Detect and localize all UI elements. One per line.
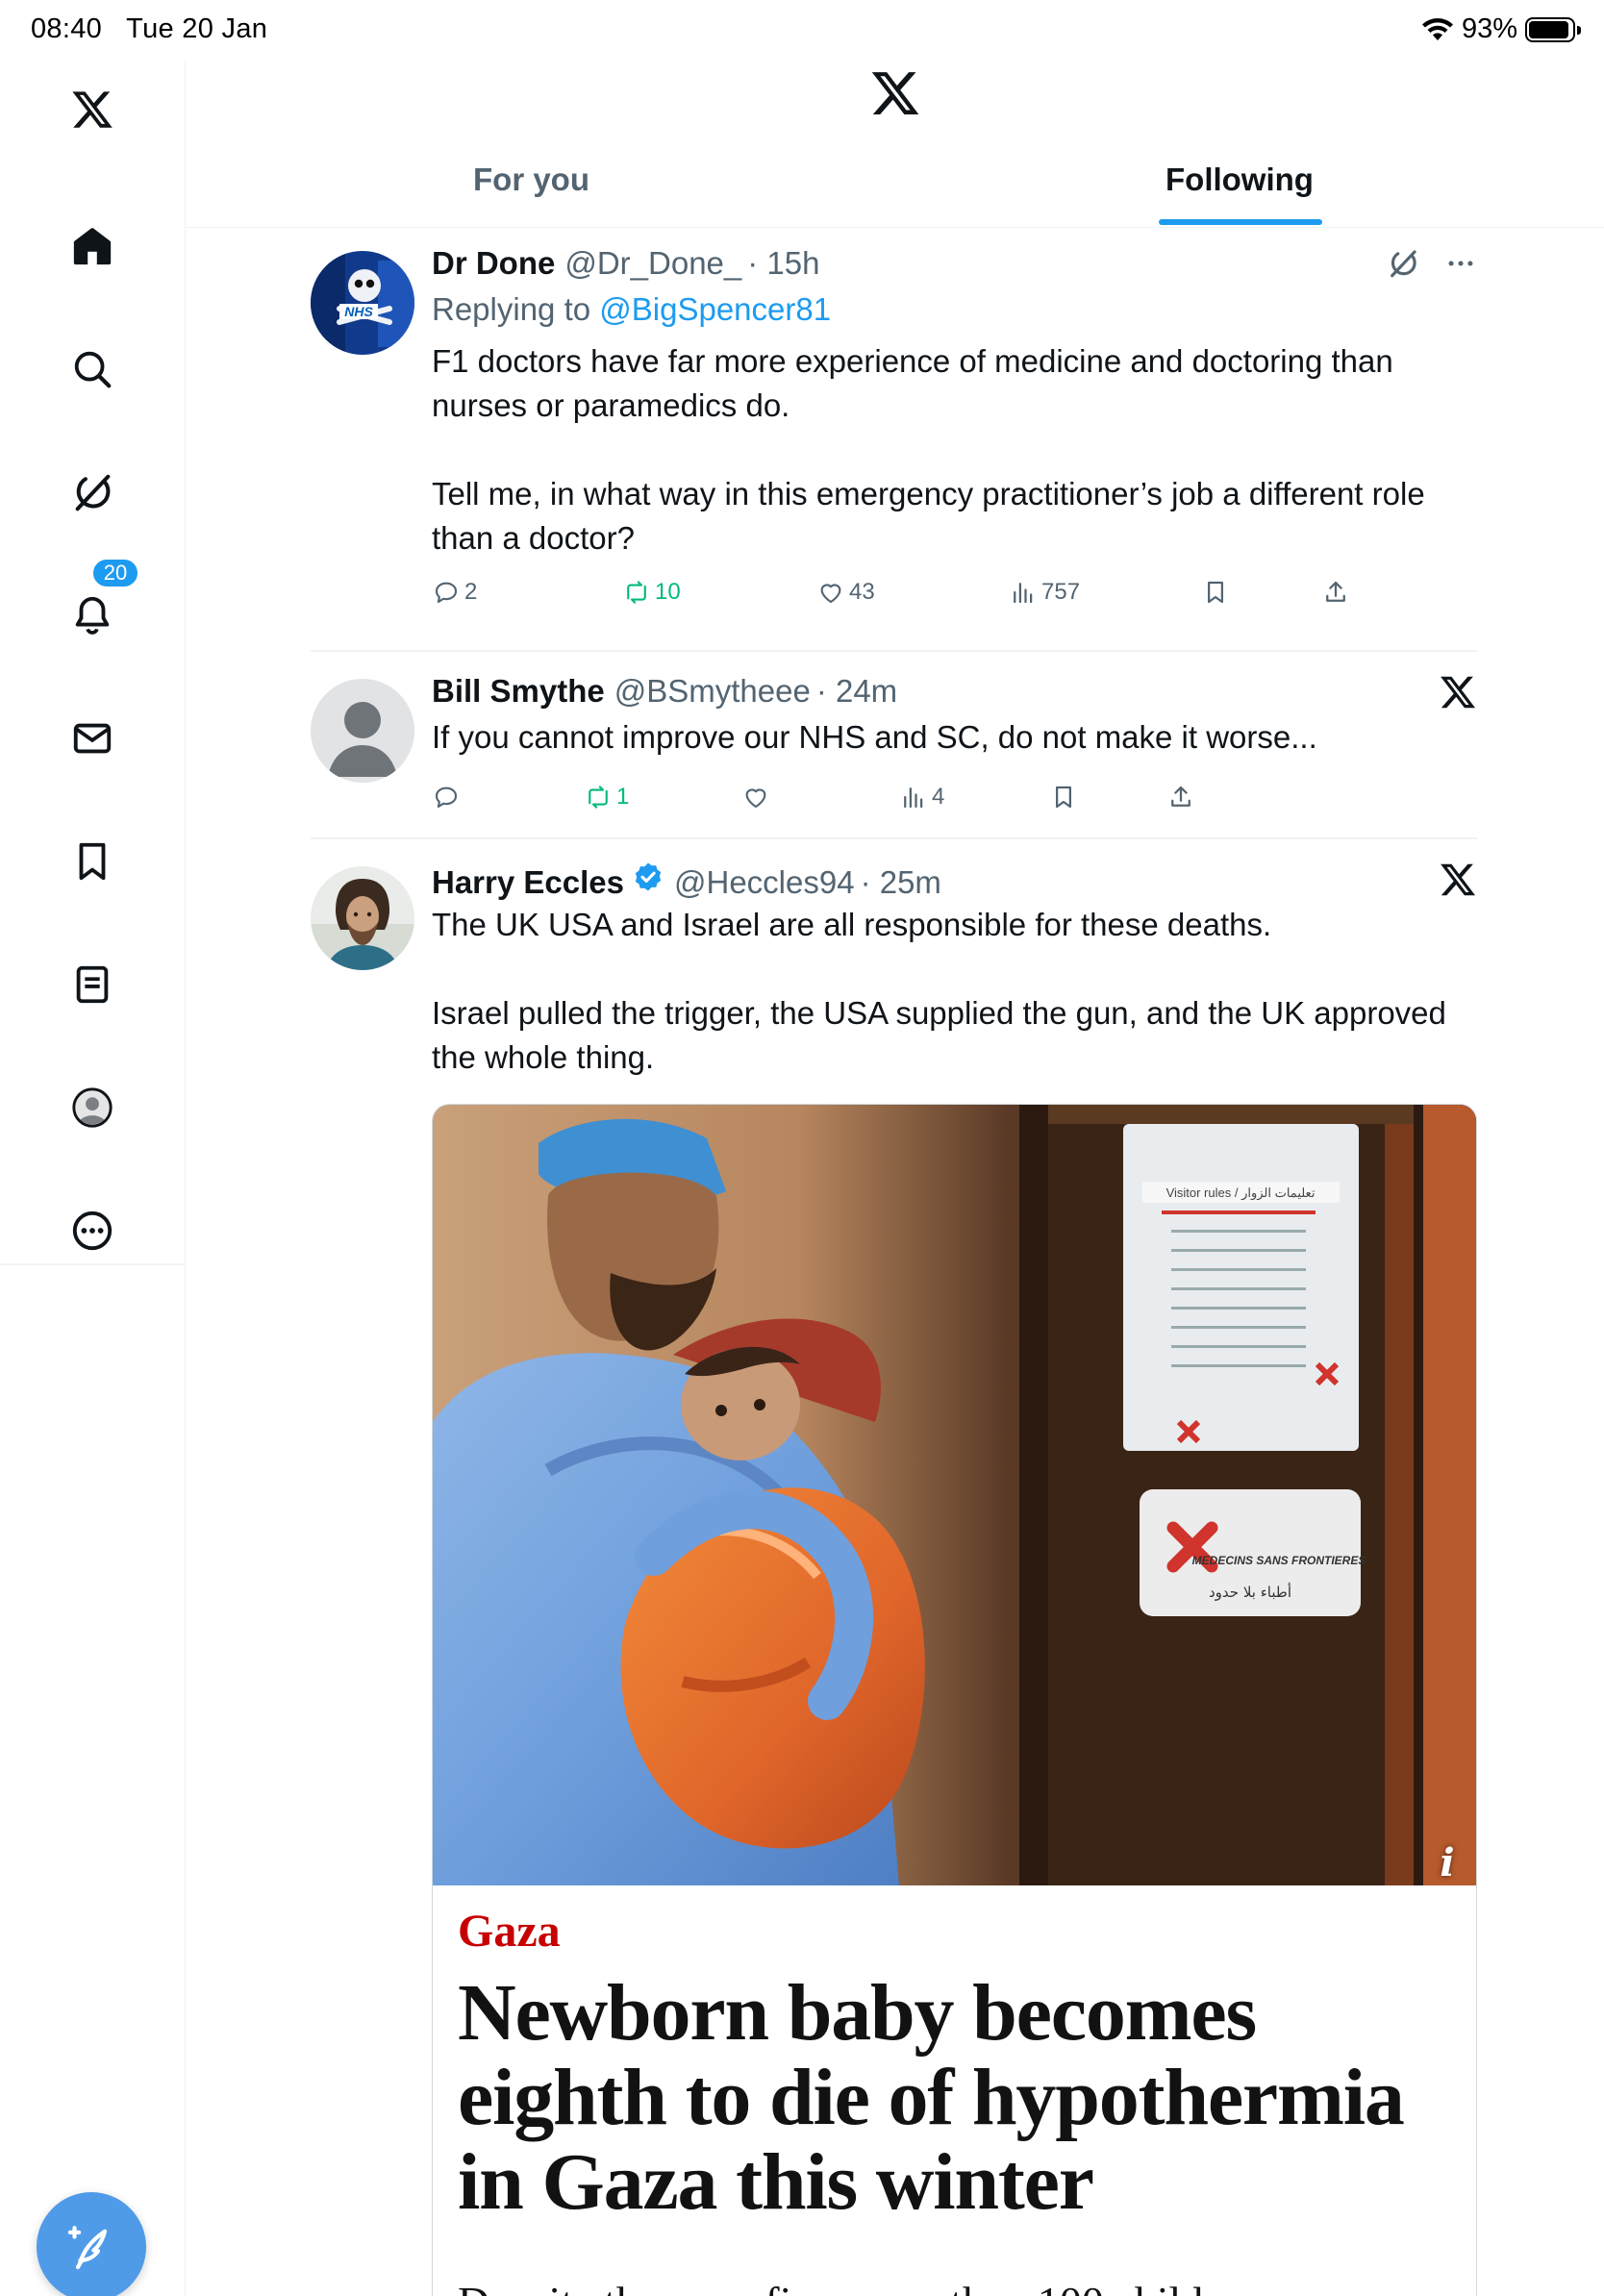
display-name[interactable]: Bill Smythe: [432, 673, 605, 710]
views-button[interactable]: 4: [899, 783, 944, 811]
tweet-corner-actions: [1387, 247, 1477, 280]
link-preview-card[interactable]: Visitor rules / تعليمات الزوار MEDECINS …: [432, 1104, 1477, 2296]
x-logo-icon[interactable]: [63, 81, 121, 138]
replying-to-link[interactable]: @BigSpencer81: [599, 291, 831, 327]
status-bar: 08:40 Tue 20 Jan 93%: [0, 0, 1604, 62]
replying-to: Replying to @BigSpencer81: [432, 291, 832, 327]
tweet-separator: [311, 837, 1477, 839]
display-name[interactable]: Dr Done: [432, 245, 555, 282]
tweet-actions: 2 10 43 757: [432, 578, 1477, 616]
info-icon: i: [1440, 1839, 1455, 1885]
avatar-default[interactable]: [311, 679, 414, 783]
reply-button[interactable]: 2: [432, 578, 477, 607]
lists-icon[interactable]: [63, 956, 121, 1013]
heart-icon: [745, 788, 766, 809]
x-logo-icon[interactable]: [1439, 673, 1477, 711]
like-button[interactable]: [741, 783, 774, 811]
avatar[interactable]: [311, 866, 414, 970]
share-icon: [1326, 581, 1345, 602]
active-tab-indicator: [1159, 219, 1322, 225]
bookmark-button[interactable]: [1201, 578, 1230, 607]
more-icon[interactable]: [63, 1202, 121, 1260]
view-count: 757: [1041, 579, 1081, 605]
repost-icon: [589, 786, 608, 809]
heart-icon: [820, 584, 841, 604]
repost-icon: [627, 581, 646, 604]
status-time: 08:40 Tue 20 Jan: [31, 13, 268, 44]
notifications-icon[interactable]: [63, 586, 121, 644]
repost-count: 10: [655, 579, 681, 605]
photo-msf-arabic-text: أطباء بلا حدود: [1209, 1583, 1291, 1601]
tab-following[interactable]: Following: [1165, 162, 1314, 198]
tweet-time[interactable]: · 24m: [816, 673, 897, 710]
status-right: 93%: [1421, 13, 1581, 45]
repost-button[interactable]: 10: [622, 578, 681, 607]
tweet-time[interactable]: · 15h: [747, 245, 819, 282]
verified-badge-icon: [635, 862, 662, 891]
compose-button[interactable]: [37, 2192, 146, 2296]
x-header-logo-icon[interactable]: [869, 67, 921, 119]
share-icon: [1171, 786, 1190, 807]
x-logo-icon[interactable]: [1439, 861, 1477, 899]
avatar[interactable]: NHS: [311, 251, 414, 355]
share-button[interactable]: [1321, 578, 1350, 607]
reply-icon: [435, 582, 458, 604]
tweet-time[interactable]: · 25m: [861, 864, 941, 901]
repost-button[interactable]: 1: [584, 783, 629, 811]
timeline-header: For you Following: [187, 62, 1604, 228]
tweet-text: If you cannot improve our NHS and SC, do…: [432, 719, 1317, 755]
battery-icon: [1525, 16, 1581, 42]
reply-button[interactable]: [432, 783, 464, 811]
grok-icon[interactable]: [1387, 247, 1419, 280]
bookmark-icon: [1208, 581, 1223, 604]
sidebar-divider: [0, 1263, 186, 1265]
like-count: 43: [849, 579, 875, 605]
tweet-header: Dr Done @Dr_Done_ · 15h: [432, 245, 1477, 287]
sidebar-nav: 20: [0, 62, 186, 2296]
wifi-icon: [1421, 17, 1453, 40]
notification-count-badge: 20: [91, 558, 139, 588]
user-handle[interactable]: @Heccles94: [674, 864, 855, 901]
tweet-separator: [311, 650, 1477, 652]
article-photo[interactable]: Visitor rules / تعليمات الزوار MEDECINS …: [433, 1105, 1476, 1885]
bookmark-icon: [1056, 786, 1071, 809]
repost-count: 1: [616, 784, 630, 810]
photo-msf-sign-text: MEDECINS SANS FRONTIERES: [1192, 1554, 1366, 1567]
display-name[interactable]: Harry Eccles: [432, 864, 624, 901]
tweet-actions: 1 4: [432, 783, 1477, 821]
card-text: Gaza Newborn baby becomes eighth to die …: [458, 1905, 1457, 2296]
tweet-text: The UK USA and Israel are all responsibl…: [432, 907, 1446, 1075]
like-button[interactable]: 43: [816, 578, 875, 607]
profile-icon[interactable]: [63, 1079, 121, 1136]
grok-icon[interactable]: [63, 463, 121, 521]
search-icon[interactable]: [63, 340, 121, 398]
svg-text:NHS: NHS: [344, 304, 373, 319]
article-standfirst: Despite the ceasefire, more than 100 chi…: [458, 2277, 1457, 2296]
reply-icon: [435, 786, 458, 809]
views-icon: [904, 787, 923, 809]
user-handle[interactable]: @BSmytheee: [614, 673, 811, 710]
reply-count: 2: [464, 579, 478, 605]
tweet-header: Bill Smythe @BSmytheee · 24m: [432, 673, 1477, 715]
share-button[interactable]: [1166, 783, 1195, 811]
info-button[interactable]: i: [1418, 1834, 1476, 1891]
user-handle[interactable]: @Dr_Done_: [564, 245, 741, 282]
views-icon: [1014, 583, 1033, 604]
more-options-icon[interactable]: [1444, 247, 1477, 280]
bookmark-button[interactable]: [1049, 783, 1078, 811]
tweet-header: Harry Eccles @Heccles94 · 25m: [432, 861, 1477, 903]
views-button[interactable]: 757: [1009, 578, 1080, 607]
article-section-tag: Gaza: [458, 1906, 561, 1957]
bookmarks-icon[interactable]: [63, 833, 121, 890]
photo-visitor-rules-text: Visitor rules / تعليمات الزوار: [1166, 1185, 1316, 1201]
battery-percent: 93%: [1461, 13, 1517, 44]
tab-for-you[interactable]: For you: [473, 162, 589, 198]
tweet-text: F1 doctors have far more experience of m…: [432, 343, 1425, 556]
article-headline[interactable]: Newborn baby becomes eighth to die of hy…: [458, 1971, 1457, 2225]
compose-feather-icon: [67, 2226, 108, 2270]
home-icon[interactable]: [63, 217, 121, 275]
messages-icon[interactable]: [63, 710, 121, 767]
view-count: 4: [932, 784, 945, 810]
